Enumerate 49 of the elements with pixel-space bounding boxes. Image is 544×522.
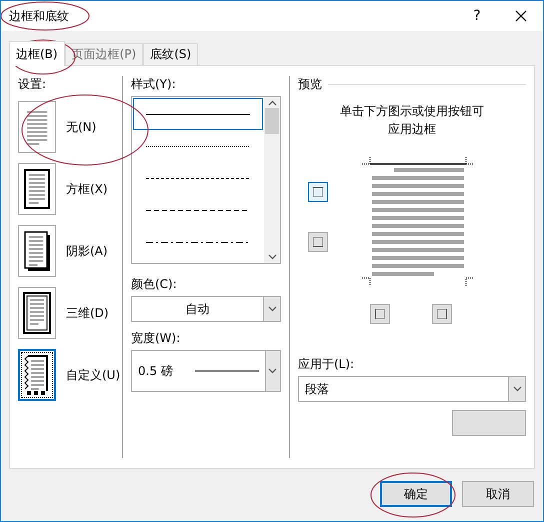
- border-setting-button[interactable]: [18, 163, 56, 215]
- close-icon[interactable]: [515, 10, 527, 22]
- color-label: 颜色(C):: [131, 276, 178, 292]
- line-sample-icon: [146, 208, 250, 212]
- dialog-button[interactable]: 确定: [380, 481, 452, 507]
- scrollbar[interactable]: [264, 97, 280, 263]
- setting-label: 三维(D): [66, 304, 109, 322]
- border-setting-button[interactable]: [18, 287, 56, 339]
- preview-label: 预览: [298, 76, 322, 92]
- chevron-up-icon[interactable]: [268, 100, 276, 106]
- help-button[interactable]: ?: [455, 8, 499, 24]
- bottom-border-button[interactable]: [308, 232, 328, 252]
- border-icon: [374, 308, 386, 320]
- apply-to-dropdown[interactable]: 段落: [298, 376, 526, 402]
- border-setting-button[interactable]: [18, 349, 56, 401]
- color-dropdown[interactable]: 自动: [131, 296, 281, 322]
- chevron-down-icon: [268, 306, 276, 312]
- left-border-button[interactable]: [370, 304, 390, 324]
- setting-label: 自定义(U): [66, 366, 120, 384]
- border-setting-button[interactable]: [18, 225, 56, 277]
- chevron-down-icon: [268, 368, 278, 374]
- settings-label: 设置:: [18, 76, 48, 92]
- preview-hint: 单击下方图示或使用按钮可应用边框: [339, 103, 485, 138]
- window-title: 边框和底纹: [9, 8, 69, 24]
- right-border-button[interactable]: [432, 304, 452, 324]
- scroll-thumb[interactable]: [265, 108, 279, 134]
- chevron-down-icon[interactable]: [268, 254, 276, 260]
- tab[interactable]: 底纹(S): [143, 43, 198, 65]
- width-label: 宽度(W):: [131, 330, 182, 346]
- line-sample-icon: [146, 112, 250, 116]
- width-dropdown[interactable]: 0.5 磅: [131, 350, 281, 392]
- border-icon: [312, 186, 324, 198]
- setting-label: 无(N): [66, 118, 96, 136]
- line-sample-icon: [194, 369, 259, 373]
- page-border-icon: [20, 289, 54, 337]
- setting-label: 方框(X): [66, 180, 108, 198]
- top-border-button[interactable]: [308, 182, 328, 202]
- line-sample-icon: [146, 240, 250, 244]
- apply-to-label: 应用于(L):: [298, 356, 356, 372]
- dialog-button[interactable]: 取消: [462, 481, 534, 507]
- line-sample-icon: [146, 176, 250, 180]
- chevron-down-icon: [512, 386, 522, 392]
- setting-label: 阴影(A): [66, 242, 108, 260]
- style-label: 样式(Y):: [131, 76, 177, 92]
- border-icon: [436, 308, 448, 320]
- line-style-option[interactable]: [133, 98, 263, 130]
- border-icon: [312, 236, 324, 248]
- tab[interactable]: 边框(B): [9, 41, 65, 66]
- line-sample-icon: [146, 144, 250, 148]
